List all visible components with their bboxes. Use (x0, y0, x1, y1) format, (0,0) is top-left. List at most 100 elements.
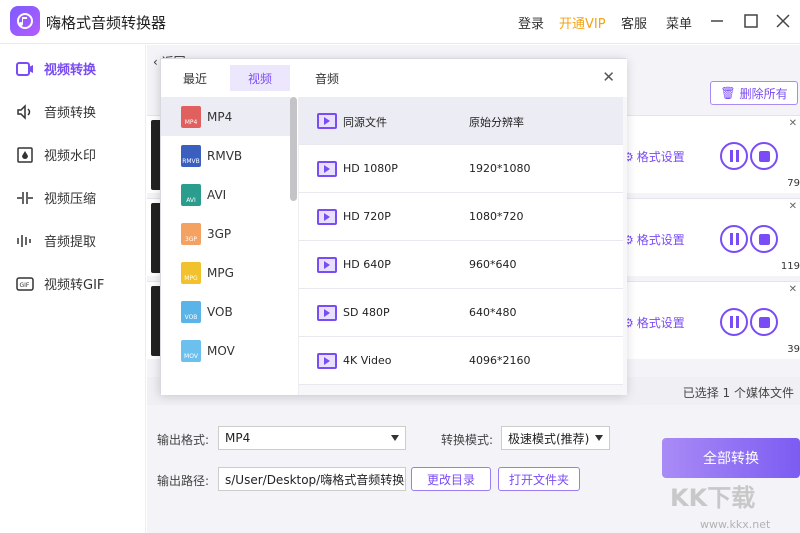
resolution-row[interactable]: HD 640P 960*640 (299, 241, 623, 289)
sidebar-item-label: 音频提取 (44, 235, 97, 250)
video-file-icon (317, 257, 337, 273)
output-path-field[interactable]: s/User/Desktop/嗨格式音频转换器 (218, 467, 406, 491)
progress-text: 39 (787, 344, 800, 355)
format-item-vob[interactable]: VOB VOB (161, 292, 291, 331)
watermark-logo: KK下载 (670, 484, 756, 512)
video-file-icon (317, 353, 337, 369)
resolution-name: HD 720P (343, 210, 391, 223)
convert-mode-label: 转换模式: (441, 433, 494, 447)
stop-icon (758, 233, 770, 245)
convert-all-button[interactable]: 全部转换 (662, 438, 800, 478)
resolution-value: 原始分辨率 (469, 116, 524, 129)
resolution-list: 同源文件 原始分辨率 HD 1080P 1920*1080 HD 720P 10… (299, 97, 627, 395)
delete-all-button[interactable]: 🗑 删除所有 (710, 81, 798, 105)
sidebar-item-video-convert[interactable]: 视频转换 (0, 47, 146, 90)
video-convert-icon (14, 59, 36, 79)
sidebar: 视频转换 音频转换 视频水印 视频压缩 音频提取 GIF 视频转GIF (0, 45, 146, 533)
tab-recent[interactable]: 最近 (167, 65, 223, 91)
sidebar-item-compress[interactable]: 视频压缩 (0, 176, 146, 219)
remove-task-icon[interactable]: ✕ (789, 201, 797, 212)
format-list: MP4 MP4 RMVB RMVB AVI AVI 3GP 3GP MPG MP… (161, 97, 299, 395)
format-dialog: 最近 视频 音频 ✕ MP4 MP4 RMVB RMVB AVI AVI 3GP… (160, 58, 627, 395)
resolution-row[interactable]: 4K Video 4096*2160 (299, 337, 623, 385)
rmvb-file-icon: RMVB (181, 144, 201, 167)
output-path-label: 输出路径: (157, 474, 210, 488)
svg-text:GIF: GIF (20, 282, 30, 289)
watermark-url: www.kkx.net (700, 518, 771, 531)
sidebar-item-label: 视频转换 (44, 63, 97, 78)
resolution-row[interactable]: HD 1080P 1920*1080 (299, 145, 623, 193)
resolution-value: 960*640 (469, 258, 517, 271)
sidebar-item-audio-extract[interactable]: 音频提取 (0, 219, 146, 262)
format-settings-button[interactable]: ⚙ 格式设置 (623, 148, 685, 165)
pause-button[interactable] (720, 225, 748, 253)
resolution-row[interactable]: HD 720P 1080*720 (299, 193, 623, 241)
maximize-button[interactable] (740, 10, 762, 32)
output-settings: 输出格式: MP4 转换模式: 极速模式(推荐) 输出路径: s/User/De… (147, 405, 800, 533)
remove-task-icon[interactable]: ✕ (789, 284, 797, 295)
chevron-down-icon (391, 435, 399, 441)
vob-file-icon: VOB (181, 300, 201, 323)
pause-button[interactable] (720, 142, 748, 170)
stop-icon (758, 316, 770, 328)
pause-icon (729, 316, 739, 328)
tab-audio[interactable]: 音频 (299, 65, 355, 91)
resolution-name: 同源文件 (343, 116, 387, 129)
format-settings-button[interactable]: ⚙ 格式设置 (623, 314, 685, 331)
progress-text: 119 (780, 261, 800, 272)
sidebar-item-gif[interactable]: GIF 视频转GIF (0, 262, 146, 305)
format-list-scrollbar[interactable] (290, 97, 297, 201)
open-folder-button[interactable]: 打开文件夹 (498, 467, 580, 491)
pause-icon (729, 233, 739, 245)
resolution-row[interactable]: SD 480P 640*480 (299, 289, 623, 337)
format-item-mov[interactable]: MOV MOV (161, 331, 291, 370)
format-item-mp4[interactable]: MP4 MP4 (161, 97, 291, 136)
service-link[interactable]: 客服 (621, 13, 647, 32)
sidebar-item-label: 视频压缩 (44, 192, 97, 207)
trash-icon: 🗑 (720, 86, 736, 100)
compress-icon (14, 188, 36, 208)
mov-file-icon: MOV (181, 339, 201, 362)
stop-button[interactable] (750, 308, 778, 336)
format-item-3gp[interactable]: 3GP 3GP (161, 214, 291, 253)
stop-button[interactable] (750, 142, 778, 170)
video-file-icon (317, 209, 337, 225)
video-file-icon (317, 161, 337, 177)
mp4-file-icon: MP4 (181, 105, 201, 128)
minimize-button[interactable] (706, 10, 728, 32)
output-format-label: 输出格式: (157, 433, 210, 447)
resolution-value: 4096*2160 (469, 354, 531, 367)
resolution-value: 1080*720 (469, 210, 524, 223)
resolution-value: 640*480 (469, 306, 517, 319)
sidebar-item-label: 视频水印 (44, 149, 97, 164)
menu-link[interactable]: 菜单 (666, 13, 692, 32)
resolution-name: HD 640P (343, 258, 391, 271)
stop-icon (758, 150, 770, 162)
sidebar-item-watermark[interactable]: 视频水印 (0, 133, 146, 176)
format-item-mpg[interactable]: MPG MPG (161, 253, 291, 292)
app-logo-icon (10, 6, 40, 36)
resolution-row[interactable]: 同源文件 原始分辨率 (299, 97, 623, 145)
gif-icon: GIF (14, 274, 36, 294)
close-window-button[interactable] (772, 10, 794, 32)
output-format-select[interactable]: MP4 (218, 426, 406, 450)
remove-task-icon[interactable]: ✕ (789, 118, 797, 129)
format-tabs: 最近 视频 音频 ✕ (161, 59, 627, 97)
change-directory-button[interactable]: 更改目录 (411, 467, 491, 491)
tab-video[interactable]: 视频 (230, 65, 290, 91)
watermark-icon (14, 145, 36, 165)
pause-button[interactable] (720, 308, 748, 336)
close-icon[interactable]: ✕ (602, 68, 615, 86)
convert-mode-select[interactable]: 极速模式(推荐) (501, 426, 610, 450)
resolution-name: 4K Video (343, 354, 392, 367)
login-link[interactable]: 登录 (518, 13, 544, 32)
chevron-down-icon (595, 435, 603, 441)
video-file-icon (317, 113, 337, 129)
sidebar-item-audio-convert[interactable]: 音频转换 (0, 90, 146, 133)
selection-status: 已选择 1 个媒体文件 (682, 386, 794, 400)
format-settings-button[interactable]: ⚙ 格式设置 (623, 231, 685, 248)
stop-button[interactable] (750, 225, 778, 253)
format-item-avi[interactable]: AVI AVI (161, 175, 291, 214)
vip-link[interactable]: 开通VIP (559, 13, 606, 32)
format-item-rmvb[interactable]: RMVB RMVB (161, 136, 291, 175)
